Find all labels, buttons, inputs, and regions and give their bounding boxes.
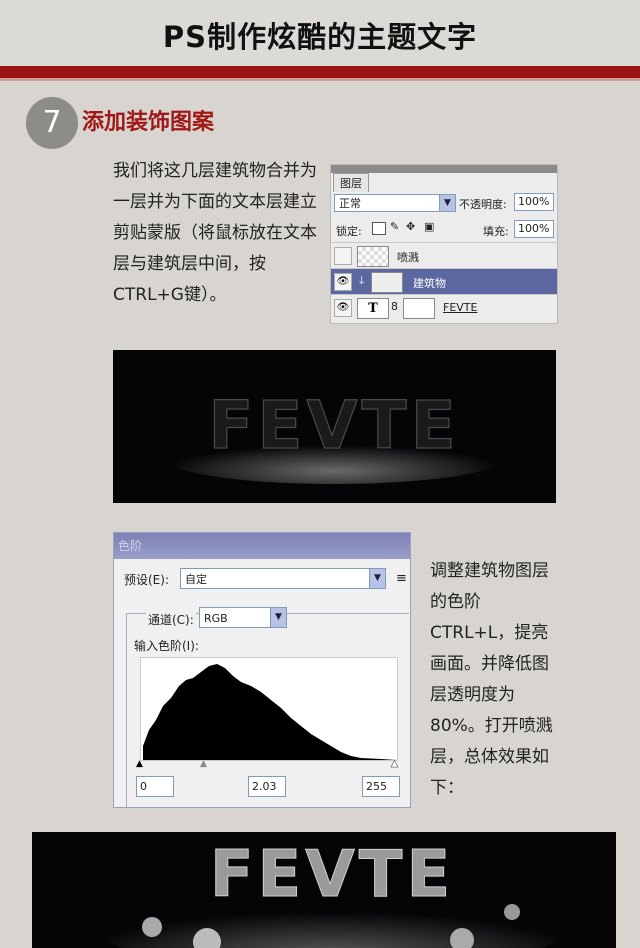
page-title: PS制作炫酷的主题文字 [162, 20, 478, 54]
text-effect-preview: FEVTE [164, 386, 504, 484]
link-icon: 8 [391, 300, 398, 313]
input-slider-track[interactable]: ▲ ▲ ▲ [136, 759, 399, 770]
opacity-input[interactable]: 100% [514, 193, 554, 211]
channel-select[interactable]: RGB ▼ [199, 607, 287, 628]
preset-select[interactable]: 自定 ▼ [180, 568, 386, 589]
header-divider-shadow [0, 78, 640, 81]
preset-label: 预设(E): [124, 573, 169, 587]
input-gamma-field[interactable]: 2.03 [248, 776, 286, 797]
step-number-badge: 7 [26, 97, 78, 149]
tab-layers[interactable]: 图层 [333, 173, 369, 192]
eye-icon[interactable]: 👁 [334, 273, 352, 291]
visibility-toggle[interactable] [334, 247, 352, 265]
result-image-2: FEVTE [32, 832, 616, 948]
input-levels-label: 输入色阶(I): [134, 639, 199, 653]
layer-row-buildings[interactable]: 👁 ↓ 建筑物 [331, 268, 557, 295]
histogram-graph [143, 664, 397, 760]
layer-row-splatter[interactable]: 喷溅 [331, 242, 557, 269]
instruction-paragraph-2: 调整建筑物图层的色阶CTRL+L，提亮画面。并降低图层透明度为80%。打开喷溅层… [430, 561, 553, 798]
instruction-paragraph-1: 我们将这几层建筑物合并为一层并为下面的文本层建立剪贴蒙版（将鼠标放在文本层与建筑… [113, 161, 317, 305]
chevron-down-icon[interactable]: ▼ [270, 608, 286, 627]
histogram [140, 657, 398, 761]
layer-thumbnail [357, 246, 389, 267]
chevron-down-icon[interactable]: ▼ [439, 195, 455, 211]
artwork-text: FEVTE [210, 838, 454, 912]
input-black-field[interactable]: 0 [136, 776, 174, 797]
opacity-label: 不透明度: [459, 198, 507, 211]
channel-value: RGB [204, 612, 228, 625]
lock-label: 锁定: [336, 225, 362, 238]
fill-input[interactable]: 100% [514, 220, 554, 238]
layer-name: 建筑物 [413, 277, 446, 290]
chevron-down-icon[interactable]: ▼ [369, 569, 385, 588]
move-icon[interactable]: ✥ [406, 220, 415, 233]
dialog-title: 色阶 [114, 533, 410, 559]
channel-label: 通道(C): [146, 611, 196, 628]
blend-mode-value: 正常 [339, 197, 361, 210]
fill-label: 填充: [483, 225, 509, 238]
brush-icon[interactable]: ✎ [390, 220, 399, 233]
lock-icon[interactable]: ▣ [424, 220, 434, 233]
blend-mode-select[interactable]: 正常 ▼ [334, 194, 456, 212]
header-bar: PS制作炫酷的主题文字 [0, 0, 640, 68]
levels-dialog: 色阶 预设(E): 自定 ▼ ≡ 通道(C): RGB ▼ 输入色阶(I): ▲… [113, 532, 411, 808]
black-point-handle[interactable]: ▲ [136, 759, 143, 769]
eye-icon[interactable]: 👁 [334, 299, 352, 317]
white-point-handle[interactable]: ▲ [391, 759, 399, 770]
text-layer-icon: T [357, 298, 389, 319]
header-divider [0, 66, 640, 78]
preset-value: 自定 [185, 573, 207, 586]
layer-name: 喷溅 [397, 251, 419, 264]
input-white-field[interactable]: 255 [362, 776, 400, 797]
mask-thumbnail [403, 298, 435, 319]
clip-arrow-icon: ↓ [357, 274, 367, 287]
gamma-handle[interactable]: ▲ [200, 759, 207, 769]
lock-transparency-icon[interactable] [372, 222, 386, 235]
layers-panel: 图层 正常 ▼ 不透明度: 100% 锁定: ✎ ✥ ▣ 填充: 100% 喷溅… [330, 164, 558, 324]
final-effect-preview: FEVTE [102, 838, 562, 948]
result-image-1: FEVTE [113, 350, 556, 503]
layer-thumbnail [371, 272, 403, 293]
step-title: 添加装饰图案 [82, 110, 215, 135]
layer-name: FEVTE [443, 301, 478, 314]
panel-header [331, 165, 557, 173]
layer-row-text[interactable]: 👁 T 8 FEVTE [331, 294, 557, 321]
artwork-text: FEVTE [208, 387, 459, 464]
options-menu-icon[interactable]: ≡ [396, 571, 407, 586]
